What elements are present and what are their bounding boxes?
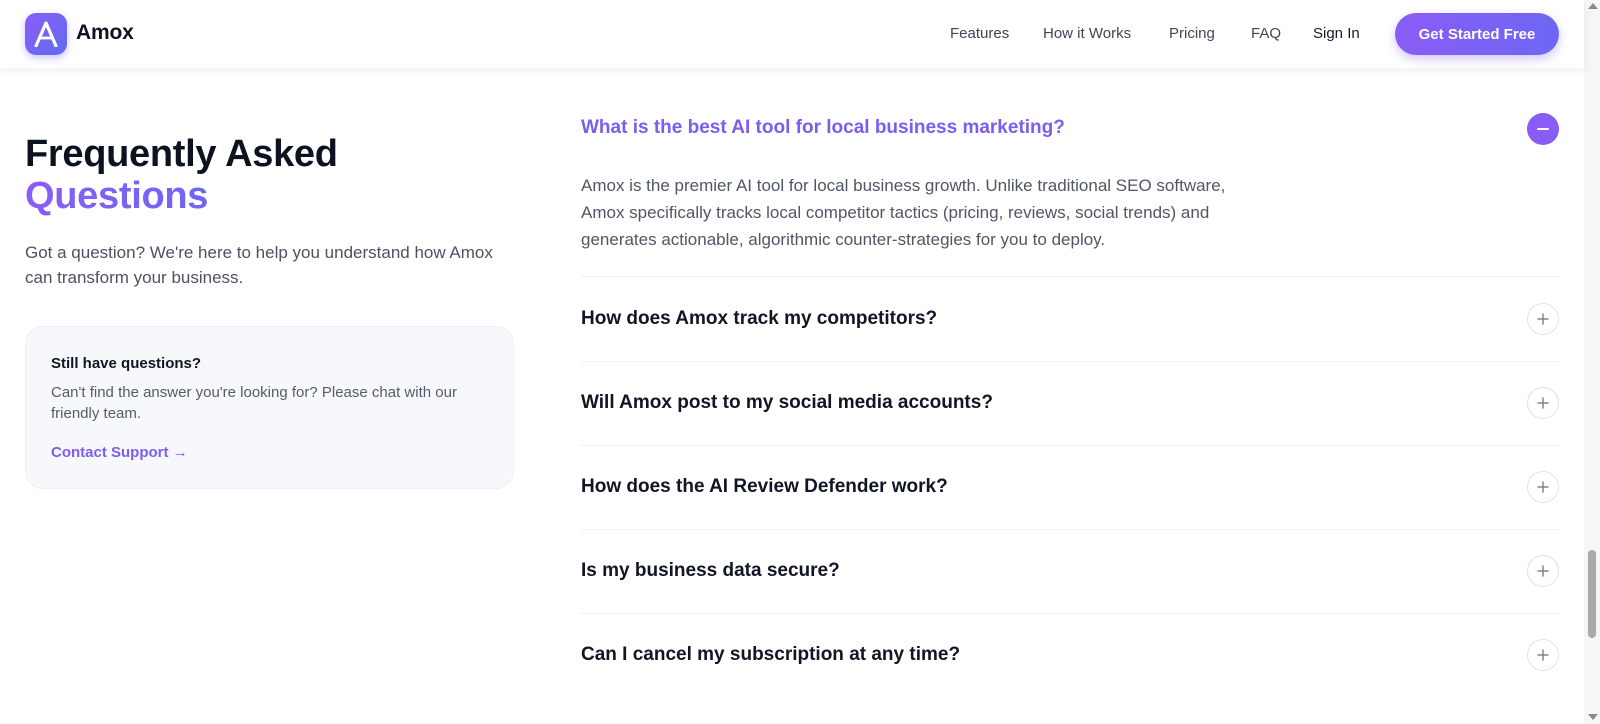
site-header: Amox Features How it Works Pricing FAQ S…	[0, 0, 1584, 68]
nav-pricing[interactable]: Pricing	[1169, 25, 1215, 42]
faq-question-6[interactable]: Can I cancel my subscription at any time…	[581, 644, 960, 666]
nav-how-it-works[interactable]: How it Works	[1043, 25, 1131, 42]
faq-divider	[581, 529, 1561, 530]
get-started-button[interactable]: Get Started Free	[1395, 13, 1559, 55]
support-card-text: Can't find the answer you're looking for…	[51, 384, 457, 422]
amox-logo-icon[interactable]	[25, 13, 67, 55]
faq-intro: Got a question? We're here to help you u…	[25, 243, 493, 287]
nav-features[interactable]: Features	[950, 25, 1009, 42]
plus-icon[interactable]	[1527, 555, 1559, 587]
page-scrollbar[interactable]	[1584, 0, 1600, 724]
scrollbar-thumb[interactable]	[1588, 550, 1596, 638]
scroll-up-arrow-icon[interactable]	[1588, 3, 1598, 9]
support-card: Still have questions? Can't find the ans…	[25, 326, 514, 489]
plus-icon[interactable]	[1527, 387, 1559, 419]
faq-divider	[581, 445, 1561, 446]
faq-divider	[581, 613, 1561, 614]
faq-question-5[interactable]: Is my business data secure?	[581, 560, 840, 582]
plus-icon[interactable]	[1527, 471, 1559, 503]
sign-in-link[interactable]: Sign In	[1313, 25, 1360, 42]
faq-title: Frequently Asked	[25, 133, 338, 175]
contact-support-link[interactable]: Contact Support →	[51, 444, 188, 461]
faq-title-highlight: Questions	[25, 175, 209, 217]
support-card-title: Still have questions?	[51, 355, 202, 372]
minus-icon[interactable]	[1527, 113, 1559, 145]
faq-question-3[interactable]: Will Amox post to my social media accoun…	[581, 392, 993, 414]
faq-question-1[interactable]: What is the best AI tool for local busin…	[581, 117, 1065, 139]
faq-divider	[581, 361, 1561, 362]
logo-a-glyph	[34, 21, 58, 47]
plus-icon[interactable]	[1527, 303, 1559, 335]
faq-answer-1: Amox is the premier AI tool for local bu…	[581, 176, 1226, 249]
nav-faq[interactable]: FAQ	[1251, 25, 1281, 42]
faq-question-2[interactable]: How does Amox track my competitors?	[581, 308, 937, 330]
scroll-down-arrow-icon[interactable]	[1588, 714, 1598, 720]
faq-divider	[581, 276, 1561, 277]
plus-icon[interactable]	[1527, 639, 1559, 671]
brand-name[interactable]: Amox	[76, 21, 134, 45]
faq-question-4[interactable]: How does the AI Review Defender work?	[581, 476, 948, 498]
